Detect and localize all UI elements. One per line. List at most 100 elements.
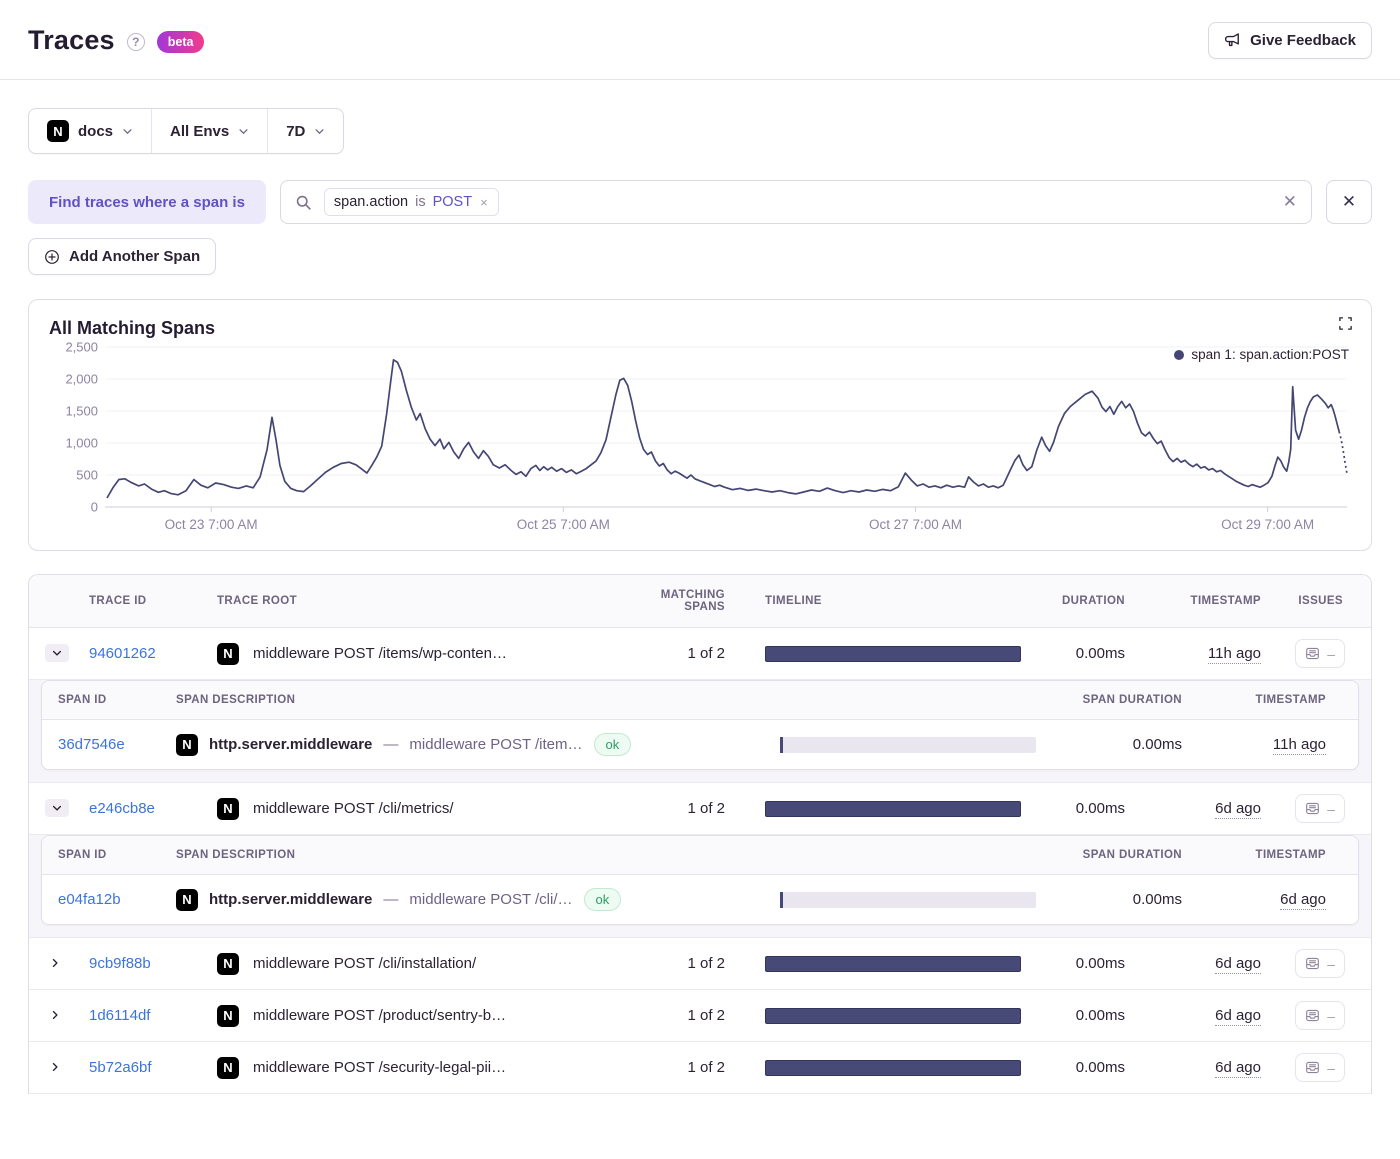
trace-id-link[interactable]: 1d6114df (89, 1007, 150, 1024)
nextjs-icon: N (217, 643, 239, 665)
trace-root-text: middleware POST /items/wp-conten… (253, 645, 507, 662)
chart-title: All Matching Spans (49, 318, 1351, 339)
column-trace-id: TRACE ID (89, 595, 217, 607)
trace-row: 5b72a6bf Nmiddleware POST /security-legal… (29, 1042, 1371, 1094)
column-timeline: TIMELINE (753, 595, 1021, 607)
expand-row-button[interactable] (45, 1007, 65, 1023)
nextjs-icon: N (217, 1057, 239, 1079)
token-remove-icon[interactable]: × (479, 195, 489, 210)
date-range-filter[interactable]: 7D (267, 109, 343, 153)
trace-id-link[interactable]: 9cb9f88b (89, 955, 151, 972)
project-filter[interactable]: N docs (29, 109, 151, 153)
duration-value: 0.00ms (1021, 800, 1139, 817)
issues-count: – (1327, 1011, 1335, 1021)
token-key: span.action (334, 194, 408, 210)
add-another-span-button[interactable]: Add Another Span (28, 238, 216, 275)
span-status-badge: ok (594, 733, 632, 756)
trace-id-link[interactable]: 94601262 (89, 645, 156, 662)
column-span-description: SPAN DESCRIPTION (176, 849, 768, 861)
trace-root-text: middleware POST /product/sentry-b… (253, 1007, 506, 1024)
column-trace-root: TRACE ROOT (217, 595, 625, 607)
issues-count: – (1327, 1063, 1335, 1073)
column-span-id: SPAN ID (58, 849, 176, 861)
issues-count: – (1327, 649, 1335, 659)
span-row: 36d7546eNhttp.server.middleware—middlewa… (42, 720, 1358, 769)
svg-text:Oct 27 7:00 AM: Oct 27 7:00 AM (869, 517, 962, 532)
page-filter-bar: N docs All Envs 7D (28, 108, 344, 154)
span-table-header-row: SPAN IDSPAN DESCRIPTIONSPAN DURATIONTIME… (42, 836, 1358, 875)
spans-line-chart: 05001,0001,5002,0002,500Oct 23 7:00 AMOc… (49, 339, 1353, 542)
span-search-input[interactable]: span.action is POST × ✕ (280, 180, 1312, 224)
trace-id-link[interactable]: e246cb8e (89, 800, 155, 817)
legend-label: span 1: span.action:POST (1191, 347, 1349, 362)
megaphone-icon (1224, 32, 1241, 49)
timeline-bar (765, 646, 1021, 662)
dash-separator: — (383, 891, 398, 908)
legend-dot (1174, 350, 1184, 360)
timeline-bar (765, 1008, 1021, 1024)
span-filter-row: Find traces where a span is span.action … (28, 180, 1372, 224)
column-timestamp: TIMESTAMP (1139, 595, 1267, 607)
issues-badge[interactable]: – (1295, 794, 1345, 823)
duration-value: 0.00ms (1021, 645, 1139, 662)
date-range-label: 7D (286, 123, 305, 140)
matching-spans-value: 1 of 2 (625, 1059, 753, 1076)
nextjs-icon: N (217, 798, 239, 820)
span-status-badge: ok (584, 888, 622, 911)
find-traces-label: Find traces where a span is (28, 180, 266, 224)
issues-badge[interactable]: – (1295, 949, 1345, 978)
span-id-link[interactable]: e04fa12b (58, 891, 121, 908)
span-id-link[interactable]: 36d7546e (58, 736, 125, 753)
chart-legend[interactable]: span 1: span.action:POST (1174, 347, 1349, 362)
give-feedback-button[interactable]: Give Feedback (1208, 22, 1372, 59)
remove-span-filter-button[interactable]: ✕ (1326, 180, 1372, 224)
traces-table: TRACE IDTRACE ROOTMATCHING SPANSTIMELINE… (28, 574, 1372, 1094)
span-duration-value: 0.00ms (1036, 891, 1196, 908)
search-clear-icon[interactable]: ✕ (1283, 192, 1297, 212)
fullscreen-icon[interactable] (1338, 316, 1353, 331)
chevron-down-icon (314, 126, 325, 137)
collapse-row-button[interactable] (45, 799, 69, 817)
filter-token[interactable]: span.action is POST × (324, 188, 499, 216)
column-span-description: SPAN DESCRIPTION (176, 694, 768, 706)
issues-badge[interactable]: – (1295, 639, 1345, 668)
svg-text:2,500: 2,500 (65, 340, 98, 355)
svg-text:Oct 25 7:00 AM: Oct 25 7:00 AM (517, 517, 610, 532)
span-duration-value: 0.00ms (1036, 736, 1196, 753)
nextjs-icon: N (176, 889, 198, 911)
timeline-bar (765, 1060, 1021, 1076)
chevron-down-icon (122, 126, 133, 137)
duration-value: 0.00ms (1021, 1007, 1139, 1024)
collapse-row-button[interactable] (45, 644, 69, 662)
duration-value: 0.00ms (1021, 1059, 1139, 1076)
expand-row-button[interactable] (45, 955, 65, 971)
trace-id-link[interactable]: 5b72a6bf (89, 1059, 152, 1076)
matching-spans-value: 1 of 2 (625, 800, 753, 817)
svg-text:1,000: 1,000 (65, 436, 98, 451)
span-timestamp-value: 6d ago (1280, 891, 1326, 910)
help-icon[interactable]: ? (127, 33, 145, 51)
token-operator: is (415, 194, 425, 210)
page-header: Traces ? beta Give Feedback (0, 0, 1400, 80)
svg-text:1,500: 1,500 (65, 404, 98, 419)
issues-badge[interactable]: – (1295, 1053, 1345, 1082)
nextjs-icon: N (47, 120, 69, 142)
issues-badge[interactable]: – (1295, 1001, 1345, 1030)
environment-filter-label: All Envs (170, 123, 229, 140)
add-another-span-label: Add Another Span (69, 248, 200, 265)
plus-circle-icon (44, 249, 60, 265)
span-op: http.server.middleware (209, 891, 372, 908)
timestamp-value: 6d ago (1215, 955, 1261, 974)
nextjs-icon: N (217, 953, 239, 975)
expand-row-button[interactable] (45, 1059, 65, 1075)
trace-root-text: middleware POST /security-legal-pii… (253, 1059, 506, 1076)
column-issues: ISSUES (1267, 595, 1355, 607)
timestamp-value: 11h ago (1208, 645, 1261, 664)
give-feedback-label: Give Feedback (1250, 32, 1356, 49)
matching-spans-value: 1 of 2 (625, 1007, 753, 1024)
environment-filter[interactable]: All Envs (151, 109, 267, 153)
duration-value: 0.00ms (1021, 955, 1139, 972)
timestamp-value: 6d ago (1215, 1059, 1261, 1078)
trace-row: e246cb8eNmiddleware POST /cli/metrics/1 … (29, 783, 1371, 835)
span-row: e04fa12bNhttp.server.middleware—middlewa… (42, 875, 1358, 924)
